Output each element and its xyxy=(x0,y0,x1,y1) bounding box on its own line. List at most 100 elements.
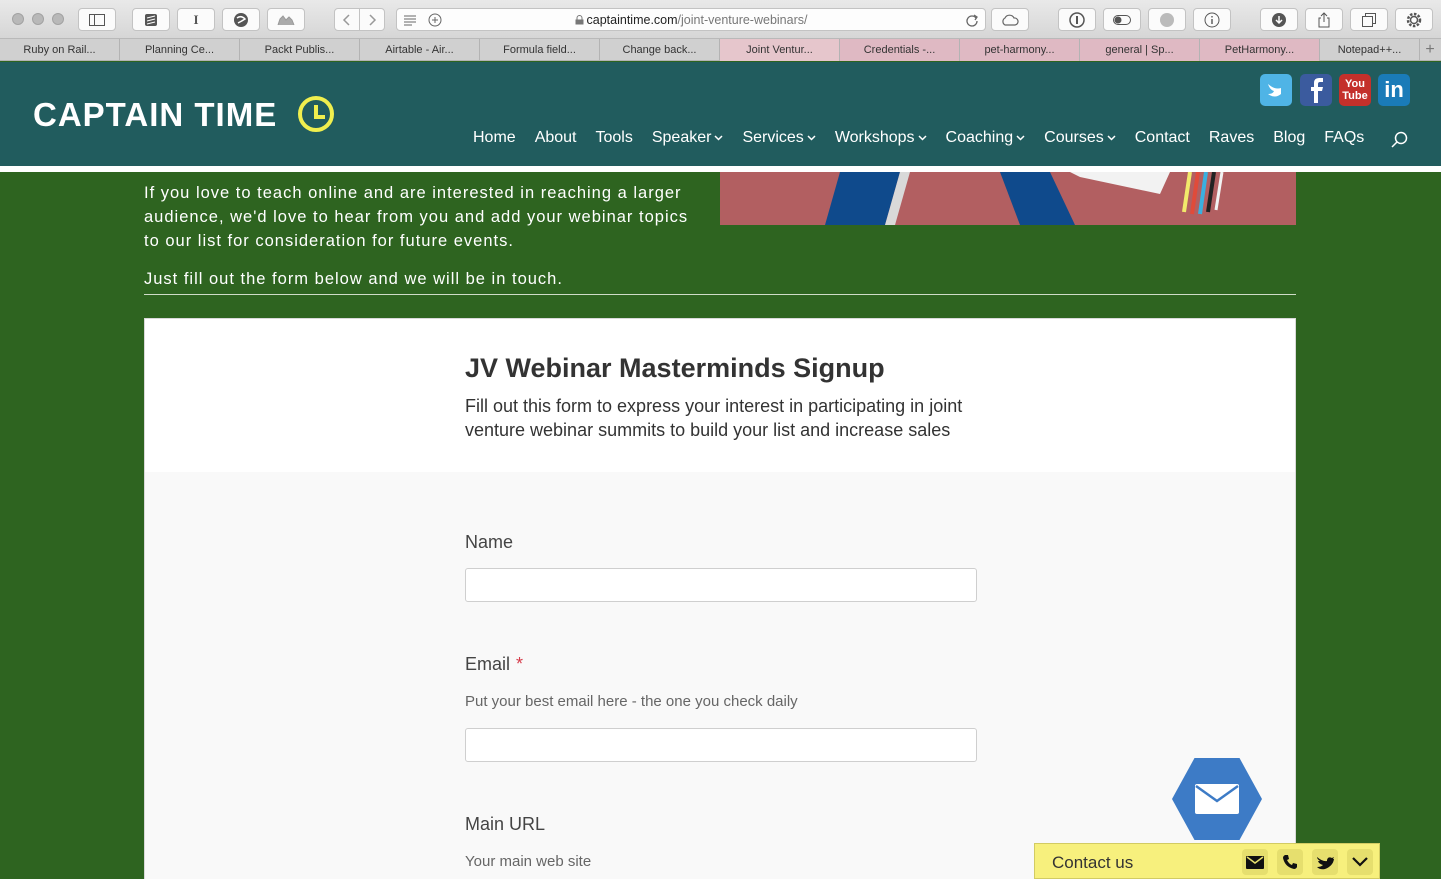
facebook-link[interactable] xyxy=(1300,74,1332,106)
tab-petharmony[interactable]: PetHarmony... xyxy=(1200,39,1320,61)
email-input[interactable] xyxy=(465,728,977,762)
reader-extension-button[interactable]: I xyxy=(177,8,215,31)
url-text: captaintime.com/joint-venture-webinars/ xyxy=(397,13,985,27)
info-circle-icon xyxy=(1069,11,1085,28)
chevron-down-icon xyxy=(807,135,816,141)
contact-us-label[interactable]: Contact us xyxy=(1052,853,1133,873)
toggle-extension-button[interactable] xyxy=(1103,8,1141,31)
email-label-text: Email xyxy=(465,654,511,674)
nav-workshops[interactable]: Workshops xyxy=(835,129,927,147)
tabs-overview-icon xyxy=(1362,12,1376,27)
nav-speaker[interactable]: Speaker xyxy=(652,129,724,147)
tab-label: Formula field... xyxy=(503,44,576,56)
gear-icon xyxy=(1406,12,1422,27)
chevron-down-icon xyxy=(1352,857,1368,867)
nav-label: Courses xyxy=(1044,129,1104,146)
icloud-button[interactable] xyxy=(991,8,1029,31)
new-tab-button[interactable]: + xyxy=(1420,39,1440,60)
chevron-down-icon xyxy=(918,135,927,141)
downloads-button[interactable] xyxy=(1260,8,1298,31)
page-info-button[interactable] xyxy=(1193,8,1231,31)
tab-pet-harmony[interactable]: pet-harmony... xyxy=(960,39,1080,61)
tab-label: Notepad++... xyxy=(1337,44,1402,56)
show-tabs-button[interactable] xyxy=(1350,8,1388,31)
forward-button[interactable] xyxy=(359,8,385,31)
form-description: Fill out this form to express your inter… xyxy=(465,396,963,440)
twitter-bird-icon xyxy=(1317,856,1334,869)
contact-email-button[interactable] xyxy=(1242,849,1268,875)
contact-widget: Contact us xyxy=(1034,843,1380,879)
tab-bar: Ruby on Rail... Planning Ce... Packt Pub… xyxy=(0,39,1441,61)
tab-general-slack[interactable]: general | Sp... xyxy=(1080,39,1200,61)
tab-label: general | Sp... xyxy=(1105,44,1174,56)
zoom-window-button[interactable] xyxy=(52,13,64,25)
nav-faqs[interactable]: FAQs xyxy=(1324,129,1364,147)
tab-change-back[interactable]: Change back... xyxy=(600,39,720,61)
tab-credentials[interactable]: Credentials -... xyxy=(840,39,960,61)
close-window-button[interactable] xyxy=(12,13,24,25)
twitter-link[interactable] xyxy=(1260,74,1292,106)
search-icon[interactable] xyxy=(1391,131,1409,149)
contact-phone-button[interactable] xyxy=(1277,849,1303,875)
minimize-window-button[interactable] xyxy=(32,13,44,25)
extension-button-3[interactable] xyxy=(222,8,260,31)
youtube-link[interactable]: You Tube xyxy=(1339,74,1371,106)
tab-label: Change back... xyxy=(622,44,697,56)
hero-illustration xyxy=(720,172,1296,225)
tab-planning-center[interactable]: Planning Ce... xyxy=(120,39,240,61)
linkedin-link[interactable]: in xyxy=(1378,74,1410,106)
download-icon xyxy=(1272,12,1286,27)
extension-button-1[interactable] xyxy=(132,8,170,31)
tab-label: Airtable - Air... xyxy=(385,44,454,56)
tab-notepad[interactable]: Notepad++... xyxy=(1320,39,1420,61)
clock-icon[interactable] xyxy=(298,96,334,132)
phone-icon xyxy=(1283,855,1297,869)
chevron-down-icon xyxy=(714,135,723,141)
tab-label: pet-harmony... xyxy=(984,44,1055,56)
tab-label: Ruby on Rail... xyxy=(23,44,96,56)
nav-courses[interactable]: Courses xyxy=(1044,129,1116,147)
tab-joint-venture[interactable]: Joint Ventur... xyxy=(720,39,840,61)
tab-ruby-on-rails[interactable]: Ruby on Rail... xyxy=(0,39,120,61)
name-input[interactable] xyxy=(465,568,977,602)
youtube-icon-top: You xyxy=(1345,78,1365,90)
lock-icon xyxy=(575,15,584,25)
nav-services[interactable]: Services xyxy=(742,129,816,147)
nav-contact[interactable]: Contact xyxy=(1135,129,1190,147)
tab-formula-field[interactable]: Formula field... xyxy=(480,39,600,61)
settings-button[interactable] xyxy=(1395,8,1433,31)
intro-paragraph: If you love to teach online and are inte… xyxy=(144,184,689,250)
nav-blog[interactable]: Blog xyxy=(1273,129,1305,147)
camel-icon xyxy=(277,14,295,25)
facebook-icon xyxy=(1311,78,1323,103)
password-manager-button[interactable] xyxy=(1058,8,1096,31)
email-label: Email * xyxy=(465,654,523,675)
envelope-icon xyxy=(1246,855,1264,869)
info-icon xyxy=(1204,12,1220,27)
text-cursor-icon: I xyxy=(193,11,199,27)
tab-packt-publishing[interactable]: Packt Publis... xyxy=(240,39,360,61)
nav-tools[interactable]: Tools xyxy=(596,129,633,147)
share-button[interactable] xyxy=(1305,8,1343,31)
nav-coaching[interactable]: Coaching xyxy=(946,129,1026,147)
collapse-widget-button[interactable] xyxy=(1347,849,1373,875)
nav-label: Home xyxy=(473,129,516,146)
extension-button-4[interactable] xyxy=(267,8,305,31)
reload-icon[interactable] xyxy=(965,13,979,27)
cloud-icon xyxy=(1002,14,1019,26)
address-bar[interactable]: captaintime.com/joint-venture-webinars/ xyxy=(396,8,986,31)
back-button[interactable] xyxy=(334,8,360,31)
site-logo[interactable]: CAPTAIN TIME xyxy=(33,96,277,134)
browser-toolbar: I captaintime.com/joint-venture-webinars… xyxy=(0,0,1441,39)
nav-label: Tools xyxy=(595,129,633,146)
nav-raves[interactable]: Raves xyxy=(1209,129,1254,147)
tab-airtable[interactable]: Airtable - Air... xyxy=(360,39,480,61)
url-path: /joint-venture-webinars/ xyxy=(677,13,808,27)
extension-button-b[interactable] xyxy=(1148,8,1186,31)
sidebar-toggle-button[interactable] xyxy=(78,8,116,31)
nav-about[interactable]: About xyxy=(535,129,577,147)
chevron-down-icon xyxy=(1107,135,1116,141)
form-title: JV Webinar Masterminds Signup xyxy=(465,353,885,383)
nav-home[interactable]: Home xyxy=(473,129,516,147)
contact-twitter-button[interactable] xyxy=(1312,849,1338,875)
